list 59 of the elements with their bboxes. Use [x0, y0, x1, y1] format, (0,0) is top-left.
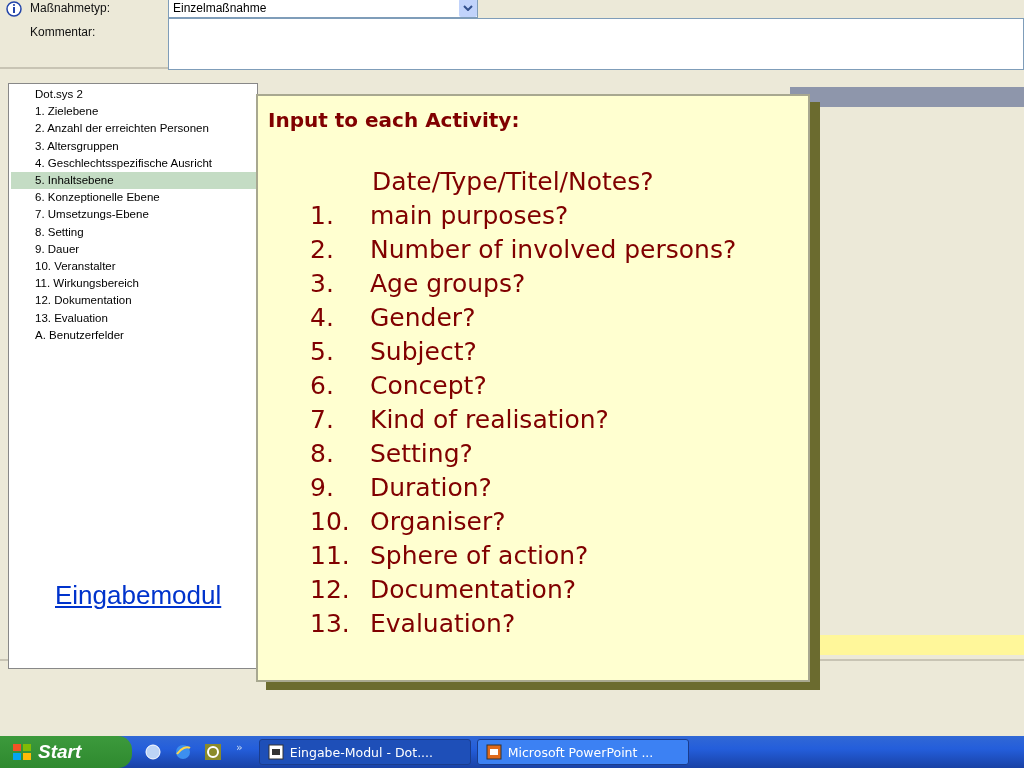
tree-item[interactable]: 5. Inhaltsebene: [11, 172, 257, 190]
item-text: Gender?: [370, 302, 476, 334]
windows-logo-icon: [12, 743, 32, 761]
start-button[interactable]: Start: [0, 736, 132, 768]
item-text: Evaluation?: [370, 608, 516, 640]
info-icon: [6, 1, 22, 17]
chevron-down-icon: [459, 0, 477, 17]
tree-item[interactable]: 7. Umsetzungs-Ebene: [11, 206, 257, 224]
tree-item[interactable]: 13. Evaluation: [11, 309, 257, 327]
tree-item[interactable]: 1. Zielebene: [11, 103, 257, 121]
item-number: 3.: [310, 268, 335, 300]
item-number: 5.: [310, 336, 335, 368]
callout-heading: Date/Type/Titel/Notes?: [372, 166, 655, 198]
tree-item[interactable]: 6. Konzeptionelle Ebene: [11, 189, 257, 207]
item-text: Kind of realisation?: [370, 404, 609, 436]
field-label: Maßnahmetyp:: [30, 0, 112, 15]
item-text: Documentation?: [370, 574, 576, 606]
item-number: 7.: [310, 404, 335, 436]
media-icon[interactable]: [204, 743, 222, 761]
item-text: Sphere of action?: [370, 540, 589, 572]
presentation-icon: [485, 744, 502, 760]
tree-item[interactable]: 4. Geschlechtsspezifische Ausricht: [11, 154, 257, 172]
tree-item[interactable]: 10. Veranstalter: [11, 258, 257, 276]
item-text: Setting?: [370, 438, 473, 470]
item-number: 2.: [310, 234, 335, 266]
app-window-icon: [267, 744, 284, 760]
browser-icon[interactable]: [174, 743, 192, 761]
item-number: 8.: [310, 438, 335, 470]
tree-item[interactable]: 3. Altersgruppen: [11, 137, 257, 155]
item-text: Subject?: [370, 336, 477, 368]
callout-title: Input to each Activity:: [268, 108, 521, 132]
tree-item[interactable]: 12. Dokumentation: [11, 292, 257, 310]
field-label: Kommentar:: [30, 24, 97, 39]
item-text: Concept?: [370, 370, 487, 402]
item-number: 9.: [310, 472, 335, 504]
item-number: 6.: [310, 370, 335, 402]
tree-item[interactable]: Dot.sys 2: [11, 86, 257, 104]
module-link[interactable]: Eingabemodul: [55, 580, 222, 611]
browser-icon[interactable]: [144, 743, 162, 761]
item-text: main purposes?: [370, 200, 569, 232]
item-text: Number of involved persons?: [370, 234, 737, 266]
item-text: Duration?: [370, 472, 492, 504]
item-number: 11.: [310, 540, 351, 572]
item-text: Age groups?: [370, 268, 526, 300]
item-number: 1.: [310, 200, 335, 232]
more-chevron[interactable]: »: [236, 740, 243, 754]
item-number: 4.: [310, 302, 335, 334]
item-number: 10.: [310, 506, 351, 538]
tree-item[interactable]: 9. Dauer: [11, 240, 257, 259]
tree-item[interactable]: 8. Setting: [11, 223, 257, 241]
item-number: 13.: [310, 608, 351, 640]
item-text: Organiser?: [370, 506, 506, 538]
type-dropdown[interactable]: Einzelmaßnahme: [168, 0, 478, 18]
taskbar-button[interactable]: Microsoft PowerPoint ...: [476, 739, 689, 765]
tree-item[interactable]: 11. Wirkungsbereich: [11, 275, 257, 293]
tree-item[interactable]: 2. Anzahl der erreichten Personen: [11, 120, 257, 138]
taskbar-button[interactable]: Eingabe-Modul - Dot....: [258, 739, 471, 765]
tree-item[interactable]: A. Benutzerfelder: [11, 326, 257, 345]
item-number: 12.: [310, 574, 351, 606]
